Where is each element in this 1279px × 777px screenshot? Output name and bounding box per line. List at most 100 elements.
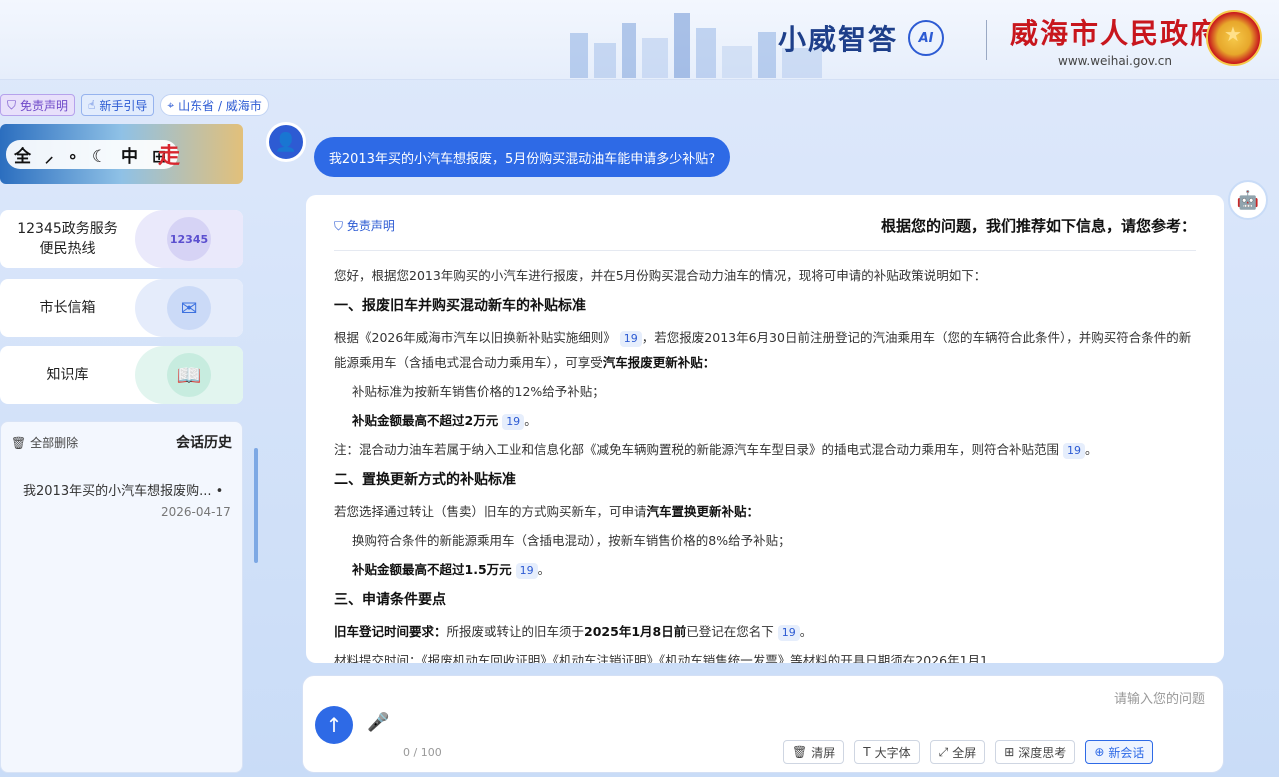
new-session-label: 新会话 — [1108, 745, 1145, 760]
section-3-text-d: 已登记在您名下 — [686, 624, 774, 639]
section-3-text-b: 所报废或转让的旧车须于 — [446, 624, 585, 639]
section-2-text-b: 汽车置换更新补贴： — [646, 504, 760, 519]
history-item-text: 我2013年买的小汽车想报废购... — [23, 484, 212, 499]
user-message: 我2013年买的小汽车想报废，5月份购买混动油车能申请多少补贴? — [314, 137, 730, 177]
answer-body: 您好，根据您2013年购买的小汽车进行报废，并在5月份购买混合动力油车的情况，现… — [334, 251, 1196, 663]
fullscreen-button[interactable]: ⤢ 全屏 — [929, 740, 986, 764]
grid-icon: ⊞ — [1004, 745, 1015, 759]
answer-header: ⛉ 免责声明 根据您的问题，我们推荐如下信息，请您参考： — [334, 215, 1196, 251]
answer-title: 根据您的问题，我们推荐如下信息，请您参考： — [880, 217, 1196, 235]
guide-label: 新手引导 — [99, 98, 148, 113]
reference-badge[interactable]: 19 — [777, 625, 800, 641]
send-button[interactable]: ↑ — [315, 706, 353, 744]
shield-icon: ⛉ — [7, 97, 17, 112]
section-2-bullet-1: 换购符合条件的新能源乘用车（含插电混动），按新车销售价格的8%给予补贴； — [352, 533, 791, 548]
history-item[interactable]: 我2013年买的小汽车想报废购... • — [1, 452, 242, 499]
section-2-bullet-2-text: 补贴金额最高不超过1.5万元 — [352, 562, 512, 577]
header-divider — [986, 20, 987, 60]
bot-avatar-icon: 🤖 — [1228, 180, 1268, 220]
section-1-note: 注：混合动力油车若属于纳入工业和信息化部《减免车辆购置税的新能源汽车车型目录》的… — [334, 442, 1098, 459]
section-2-title: 二、置换更新方式的补贴标准 — [334, 472, 516, 488]
section-1-bullet-2: 补贴金额最高不超过2万元 19。 — [352, 413, 537, 430]
large-font-label: 大字体 — [874, 745, 911, 760]
microphone-icon[interactable]: 🎤 — [367, 712, 389, 733]
header: 小威智答 AI 威海市人民政府 www.weihai.gov.cn — [0, 0, 1279, 80]
clear-screen-label: 清屏 — [811, 745, 836, 760]
location-selector[interactable]: ⌖ 山东省 / 威海市 — [160, 94, 269, 116]
section-1-text-a: 根据《2026年威海市汽车以旧换新补贴实施细则》 — [334, 330, 616, 345]
new-session-button[interactable]: ⊕ 新会话 — [1085, 740, 1154, 764]
mail-icon: ✉ — [167, 286, 211, 330]
disclaimer-button[interactable]: ⛉ 免责声明 — [0, 94, 76, 116]
book-icon: 📖 — [167, 353, 211, 397]
history-title: 会话历史 — [176, 435, 232, 451]
section-1-text-c: 汽车报废更新补贴： — [602, 355, 716, 370]
sidebar-item-knowledge-base[interactable]: 知识库 📖 — [0, 346, 243, 404]
gov-logo[interactable]: 威海市人民政府 www.weihai.gov.cn — [1010, 12, 1220, 68]
clear-screen-button[interactable]: 🗑 清屏 — [783, 740, 845, 764]
section-2-text-a: 若您选择通过转让（售卖）旧车的方式购买新车，可申请 — [334, 504, 647, 519]
history-item-date: 2026-04-17 — [161, 505, 231, 519]
deep-think-button[interactable]: ⊞ 深度思考 — [995, 740, 1076, 764]
section-1-bullet-2-text: 补贴金额最高不超过2万元 — [352, 413, 499, 428]
fullscreen-icon: ⤢ — [938, 744, 949, 759]
sidebar-item-mayor-mailbox[interactable]: 市长信箱 ✉ — [0, 279, 243, 337]
sidebar-item-12345-hotline[interactable]: 12345政务服务 便民热线 12345 — [0, 210, 243, 268]
sidebar-item-label: 知识库 — [46, 367, 89, 383]
answer-disclaimer-link[interactable]: ⛉ 免责声明 — [334, 217, 395, 234]
clear-history-button[interactable]: 🗑 全部删除 — [11, 434, 78, 451]
sidebar-item-label: 市长信箱 — [39, 300, 96, 316]
fullscreen-label: 全屏 — [952, 745, 977, 760]
section-2-paragraph: 若您选择通过转让（售卖）旧车的方式购买新车，可申请汽车置换更新补贴： — [334, 499, 1196, 524]
sidebar-icon-wrap: 12345 — [135, 210, 243, 268]
section-1-bullet-1: 补贴标准为按新车销售价格的12%给予补贴； — [352, 384, 605, 399]
char-counter: 0 / 100 — [403, 746, 442, 759]
promo-banner[interactable]: 全 ⸝ ∘ ☾ 中 ⊞ 走 — [0, 124, 243, 184]
input-toolbar: 🗑 清屏 T 大字体 ⤢ 全屏 ⊞ 深度思考 ⊕ 新会话 — [783, 740, 1154, 764]
section-3-paragraph-1: 旧车登记时间要求：所报废或转让的旧车须于2025年1月8日前已登记在您名下 19… — [334, 624, 813, 641]
gov-url: www.weihai.gov.cn — [1058, 54, 1172, 68]
section-1-note-text: 注：混合动力油车若属于纳入工业和信息化部《减免车辆购置税的新能源汽车车型目录》的… — [334, 442, 1060, 457]
assistant-name: 小威智答 — [778, 23, 899, 56]
gov-name: 威海市人民政府 — [1010, 17, 1221, 50]
user-avatar-icon: 👤 — [266, 122, 306, 162]
trash-icon: 🗑 — [792, 745, 808, 759]
location-pin-icon: ⌖ — [167, 97, 175, 112]
font-size-icon: T — [863, 745, 871, 759]
reference-badge[interactable]: 19 — [1063, 443, 1085, 459]
ai-logo-icon: AI — [908, 20, 945, 56]
session-history-panel: 🗑 全部删除 会话历史 我2013年买的小汽车想报废购... • 2026-04… — [0, 421, 243, 773]
reference-badge[interactable]: 19 — [502, 414, 525, 430]
question-input[interactable]: 请输入您的问题 — [1114, 688, 1205, 707]
section-1-title: 一、报废旧车并购买混动新车的补贴标准 — [334, 298, 586, 314]
sidebar-item-label: 12345政务服务 便民热线 — [17, 221, 118, 257]
history-header: 🗑 全部删除 会话历史 — [1, 422, 242, 452]
section-1-paragraph: 根据《2026年威海市汽车以旧换新补贴实施细则》 19 ，若您报废2013年6月3… — [334, 325, 1196, 375]
guide-button[interactable]: ☝ 新手引导 — [81, 94, 155, 116]
plus-icon: ⊕ — [1094, 745, 1105, 759]
reference-badge[interactable]: 19 — [515, 563, 538, 579]
answer-disclaimer-label: 免责声明 — [346, 219, 395, 233]
large-font-button[interactable]: T 大字体 — [854, 740, 920, 764]
disclaimer-label: 免责声明 — [20, 98, 69, 113]
hand-icon: ☝ — [88, 98, 96, 112]
section-3-title: 三、申请条件要点 — [334, 592, 446, 608]
history-scrollbar[interactable] — [254, 448, 258, 563]
national-emblem-icon — [1206, 10, 1262, 66]
sidebar-icon-wrap: 📖 — [135, 346, 243, 404]
12345-logo-icon: 12345 — [167, 217, 211, 261]
answer-intro: 您好，根据您2013年购买的小汽车进行报废，并在5月份购买混合动力油车的情况，现… — [334, 268, 987, 283]
section-3-label: 旧车登记时间要求： — [334, 624, 447, 639]
question-input-box[interactable]: 请输入您的问题 ↑ 🎤 0 / 100 🗑 清屏 T 大字体 ⤢ 全屏 ⊞ 深度思考 ⊕… — [302, 675, 1224, 773]
location-label: 山东省 / 威海市 — [178, 98, 262, 113]
clear-history-label: 全部删除 — [30, 435, 79, 450]
banner-text: 全 ⸝ ∘ ☾ 中 ⊞ — [6, 140, 179, 169]
sidebar-icon-wrap: ✉ — [135, 279, 243, 337]
top-pill-row: ⛉ 免责声明 ☝ 新手引导 ⌖ 山东省 / 威海市 — [0, 94, 269, 116]
assistant-brand: 小威智答 AI — [778, 18, 945, 58]
section-3-paragraph-2: 材料提交时间：《报废机动车回收证明》《机动车注销证明》《机动车销售统一发票》等材… — [334, 653, 988, 663]
banner-accent: 走 — [158, 144, 181, 169]
reference-badge[interactable]: 19 — [619, 331, 642, 347]
deep-think-label: 深度思考 — [1018, 745, 1067, 760]
answer-card: ⛉ 免责声明 根据您的问题，我们推荐如下信息，请您参考： 您好，根据您2013年… — [306, 195, 1224, 663]
